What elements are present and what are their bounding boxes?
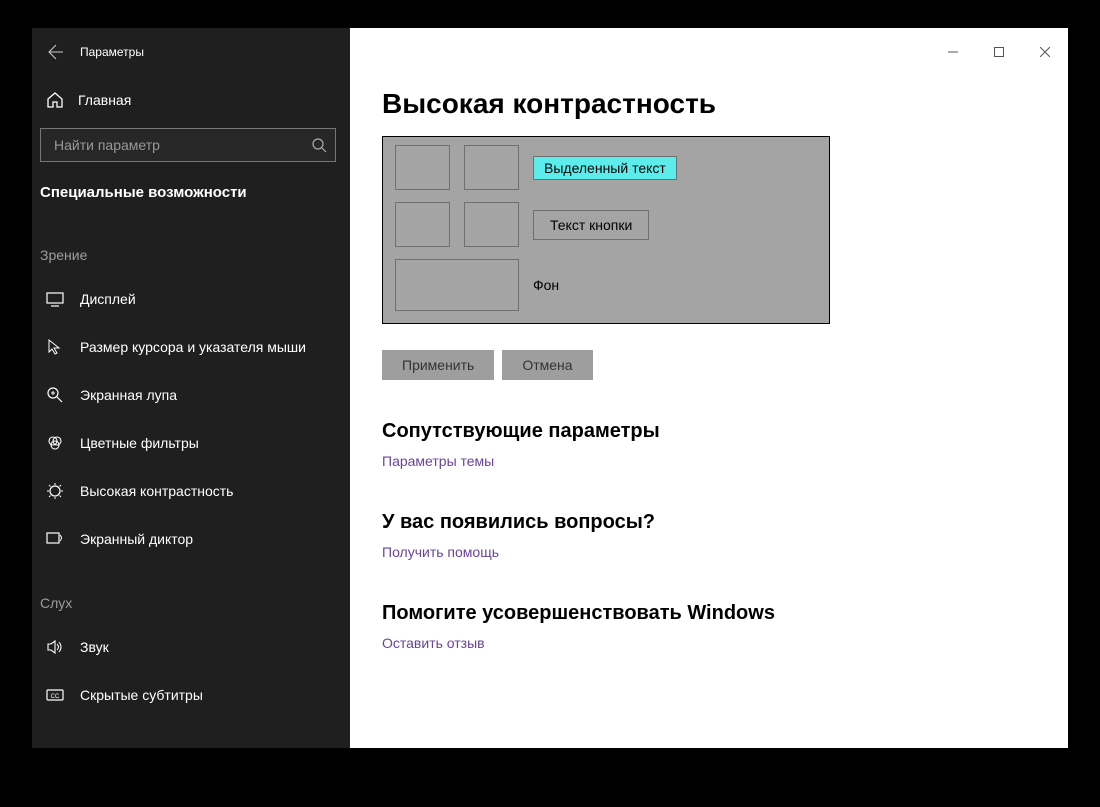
magnifier-icon [46, 386, 64, 404]
app-title: Параметры [80, 45, 144, 59]
category-label: Специальные возможности [32, 172, 350, 215]
cancel-button[interactable]: Отмена [502, 350, 592, 380]
background-label: Фон [533, 277, 559, 293]
back-button[interactable] [32, 28, 80, 76]
cursor-icon [46, 338, 64, 356]
home-label: Главная [78, 92, 131, 108]
related-heading: Сопутствующие параметры [382, 420, 1068, 443]
minimize-button[interactable] [930, 36, 976, 68]
color-swatch-selected-text-fg[interactable] [395, 145, 450, 190]
high-contrast-icon [46, 482, 64, 500]
section-hearing: Слух [32, 563, 350, 623]
narrator-icon [46, 530, 64, 548]
close-icon [1040, 47, 1050, 57]
home-icon [46, 91, 64, 109]
nav-label: Скрытые субтитры [80, 687, 203, 703]
captions-icon: CC [46, 686, 64, 704]
search-icon [312, 138, 327, 153]
nav-label: Звук [80, 639, 109, 655]
nav-label: Экранный диктор [80, 531, 193, 547]
color-swatch-button-text-fg[interactable] [395, 202, 450, 247]
svg-text:CC: CC [51, 694, 60, 700]
nav-narrator[interactable]: Экранный диктор [32, 515, 350, 563]
nav-label: Размер курсора и указателя мыши [80, 339, 306, 355]
page-title: Высокая контрастность [382, 88, 1068, 120]
nav-display[interactable]: Дисплей [32, 275, 350, 323]
nav-label: Экранная лупа [80, 387, 177, 403]
button-text-sample: Текст кнопки [533, 210, 649, 240]
nav-magnifier[interactable]: Экранная лупа [32, 371, 350, 419]
color-swatch-selected-text-bg[interactable] [464, 145, 519, 190]
maximize-button[interactable] [976, 36, 1022, 68]
home-nav[interactable]: Главная [32, 76, 350, 124]
nav-label: Дисплей [80, 291, 136, 307]
theme-settings-link[interactable]: Параметры темы [382, 453, 494, 469]
feedback-link[interactable]: Оставить отзыв [382, 635, 485, 651]
nav-audio[interactable]: Звук [32, 623, 350, 671]
search-box[interactable] [40, 128, 336, 162]
nav-label: Высокая контрастность [80, 483, 233, 499]
maximize-icon [994, 47, 1004, 57]
color-filters-icon [46, 434, 64, 452]
display-icon [46, 290, 64, 308]
color-swatch-button-text-bg[interactable] [464, 202, 519, 247]
nav-label: Цветные фильтры [80, 435, 199, 451]
questions-heading: У вас появились вопросы? [382, 511, 1068, 534]
nav-high-contrast[interactable]: Высокая контрастность [32, 467, 350, 515]
color-swatch-background[interactable] [395, 259, 519, 311]
content-area: Высокая контрастность Выделенный текст Т… [350, 28, 1068, 748]
sidebar: Главная Специальные возможности Зрение Д… [32, 28, 350, 748]
preview-panel: Выделенный текст Текст кнопки Фон [382, 136, 830, 324]
search-input[interactable] [54, 137, 312, 153]
improve-heading: Помогите усовершенствовать Windows [382, 602, 1068, 625]
nav-cursor[interactable]: Размер курсора и указателя мыши [32, 323, 350, 371]
close-button[interactable] [1022, 36, 1068, 68]
apply-button[interactable]: Применить [382, 350, 494, 380]
audio-icon [46, 638, 64, 656]
section-vision: Зрение [32, 215, 350, 275]
nav-captions[interactable]: CC Скрытые субтитры [32, 671, 350, 719]
arrow-left-icon [48, 44, 64, 60]
minimize-icon [948, 47, 958, 57]
selected-text-sample: Выделенный текст [533, 156, 677, 180]
nav-color-filters[interactable]: Цветные фильтры [32, 419, 350, 467]
get-help-link[interactable]: Получить помощь [382, 544, 499, 560]
